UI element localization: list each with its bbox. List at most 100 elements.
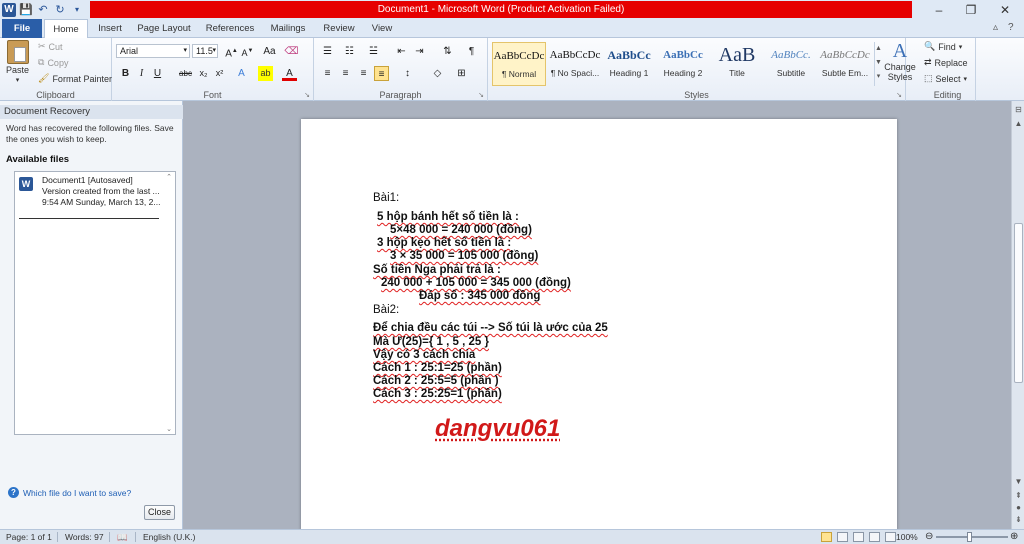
line-spacing-icon[interactable]: ↕ — [400, 66, 415, 81]
tab-page-layout[interactable]: Page Layout — [134, 19, 194, 38]
strikethrough-icon[interactable]: abc — [178, 66, 193, 81]
zoom-out-icon[interactable]: ⊖ — [925, 530, 933, 544]
bullets-icon[interactable]: ☰ — [320, 44, 335, 59]
tab-review[interactable]: Review — [318, 19, 360, 38]
draft-view-icon[interactable] — [885, 532, 896, 542]
browse-object-icon[interactable]: ● — [1014, 503, 1023, 512]
increase-indent-icon[interactable]: ⇥ — [412, 44, 427, 59]
dialog-launcher-icon[interactable]: ↘ — [304, 91, 310, 99]
font-color-icon[interactable]: A — [282, 66, 297, 81]
pilcrow-icon[interactable]: ¶ — [464, 44, 479, 59]
brush-icon: 🖌 — [38, 73, 50, 83]
align-right-icon[interactable]: ≡ — [356, 66, 371, 81]
page-count[interactable]: Page: 1 of 1 — [6, 530, 52, 544]
tab-file[interactable]: File — [2, 19, 42, 38]
chevron-down-icon: ▾ — [183, 47, 187, 54]
zoom-slider-thumb[interactable] — [967, 532, 972, 542]
italic-icon[interactable]: I — [134, 66, 149, 81]
heading-bai2: Bài2: — [373, 304, 400, 316]
tab-mailings[interactable]: Mailings — [264, 19, 312, 38]
replace-icon: ⇄ — [924, 57, 932, 67]
zoom-slider[interactable] — [936, 536, 1008, 538]
full-screen-reading-icon[interactable] — [837, 532, 848, 542]
status-bar: Page: 1 of 1 Words: 97 📖 English (U.K.) … — [0, 529, 1024, 544]
superscript-icon[interactable]: x² — [212, 66, 227, 81]
dialog-launcher-icon[interactable]: ↘ — [478, 91, 484, 99]
next-page-icon[interactable]: ⇟ — [1014, 515, 1023, 524]
chevron-down-icon: ▾ — [212, 47, 216, 54]
style-heading-1[interactable]: AaBbCc Heading 1 — [602, 42, 656, 86]
word-count[interactable]: Words: 97 — [65, 530, 104, 544]
undo-icon[interactable]: ↶ — [36, 3, 50, 17]
subscript-icon[interactable]: x₂ — [196, 66, 211, 81]
vertical-scrollbar[interactable]: ⊟ ▲ ▼ ⇞ ● ⇟ — [1011, 101, 1024, 529]
find-button[interactable]: 🔍 Find ▾ — [924, 41, 962, 52]
minimize-ribbon-icon[interactable]: ▵ — [993, 22, 998, 33]
change-case-icon[interactable]: Aa — [262, 44, 277, 59]
scrollbar-thumb[interactable] — [1014, 223, 1023, 383]
grow-font-icon[interactable]: A▲ — [224, 44, 239, 59]
highlight-icon[interactable]: ab — [258, 66, 273, 81]
style-title[interactable]: AaB Title — [710, 42, 764, 86]
tab-references[interactable]: References — [200, 19, 260, 38]
close-window-button[interactable]: ✕ — [990, 0, 1020, 19]
outline-view-icon[interactable] — [869, 532, 880, 542]
paste-button[interactable]: Paste ▾ — [6, 40, 29, 84]
scroll-up-icon[interactable]: ⌃ — [164, 173, 174, 181]
replace-button[interactable]: ⇄ Replace — [924, 57, 968, 68]
ruler-toggle-icon[interactable]: ⊟ — [1014, 105, 1023, 114]
shrink-font-icon[interactable]: A▼ — [240, 44, 255, 59]
font-size-select[interactable]: 11.5 ▾ — [192, 44, 218, 58]
doc-line-1: 5 hộp bánh hết số tiền là : — [377, 211, 519, 223]
cut-button[interactable]: ✂ Cut — [38, 41, 63, 52]
borders-icon[interactable]: ⊞ — [454, 66, 469, 81]
change-styles-button[interactable]: A Change Styles — [882, 40, 918, 82]
format-painter-button[interactable]: 🖌 Format Painter — [38, 73, 112, 84]
font-family-select[interactable]: Arial ▾ — [116, 44, 190, 58]
style-subtitle[interactable]: AaBbCc. Subtitle — [764, 42, 818, 86]
style-normal[interactable]: AaBbCcDc ¶ Normal — [492, 42, 546, 86]
select-icon: ⬚ — [924, 73, 933, 83]
recovery-close-button[interactable]: Close — [144, 505, 175, 520]
justify-icon[interactable]: ≡ — [374, 66, 389, 81]
zoom-in-icon[interactable]: ⊕ — [1010, 530, 1018, 544]
previous-page-icon[interactable]: ⇞ — [1014, 491, 1023, 500]
copy-button[interactable]: ⧉ Copy — [38, 57, 68, 68]
tab-view[interactable]: View — [364, 19, 400, 38]
tab-insert[interactable]: Insert — [88, 19, 132, 38]
multilevel-list-icon[interactable]: ☱ — [366, 44, 381, 59]
word-app-icon[interactable]: W — [2, 2, 16, 17]
scroll-down-icon[interactable]: ▼ — [1014, 477, 1023, 486]
proofing-icon[interactable]: 📖 — [117, 530, 128, 544]
tab-home[interactable]: Home — [44, 19, 88, 39]
redo-icon[interactable]: ↻ — [53, 3, 67, 17]
text-effects-icon[interactable]: A — [234, 66, 249, 81]
scroll-down-icon[interactable]: ⌄ — [164, 425, 174, 433]
minimize-button[interactable]: – — [924, 0, 954, 19]
print-layout-icon[interactable] — [821, 532, 832, 542]
help-icon[interactable]: ? — [1008, 22, 1014, 33]
clear-formatting-icon[interactable]: ⌫ — [284, 44, 299, 59]
scroll-up-icon[interactable]: ▲ — [1014, 119, 1023, 128]
language-indicator[interactable]: English (U.K.) — [143, 530, 195, 544]
restore-button[interactable]: ❐ — [956, 0, 986, 19]
style-heading-2[interactable]: AaBbCc Heading 2 — [656, 42, 710, 86]
align-center-icon[interactable]: ≡ — [338, 66, 353, 81]
paragraph-group: ☰ ☷ ☱ ⇤ ⇥ ⇅ ¶ ≡ ≡ ≡ ≡ ↕ ◇ ⊞ Paragraph ↘ — [314, 38, 488, 101]
recovery-help-link[interactable]: ? Which file do I want to save? — [8, 487, 131, 498]
style-no-spacing[interactable]: AaBbCcDc ¶ No Spaci... — [548, 42, 602, 86]
style-subtle-emphasis[interactable]: AaBbCcDc Subtle Em... — [818, 42, 872, 86]
shading-icon[interactable]: ◇ — [430, 66, 445, 81]
web-layout-icon[interactable] — [853, 532, 864, 542]
decrease-indent-icon[interactable]: ⇤ — [394, 44, 409, 59]
customize-qat-icon[interactable]: ▾ — [70, 3, 84, 17]
bold-icon[interactable]: B — [118, 66, 133, 81]
numbering-icon[interactable]: ☷ — [342, 44, 357, 59]
zoom-level[interactable]: 100% — [896, 530, 918, 544]
sort-icon[interactable]: ⇅ — [440, 44, 455, 59]
select-button[interactable]: ⬚ Select ▾ — [924, 73, 967, 84]
underline-icon[interactable]: U — [150, 66, 165, 81]
save-icon[interactable]: 💾 — [19, 3, 33, 17]
recovery-list-scrollbar[interactable]: ⌃ ⌄ — [164, 173, 174, 433]
align-left-icon[interactable]: ≡ — [320, 66, 335, 81]
